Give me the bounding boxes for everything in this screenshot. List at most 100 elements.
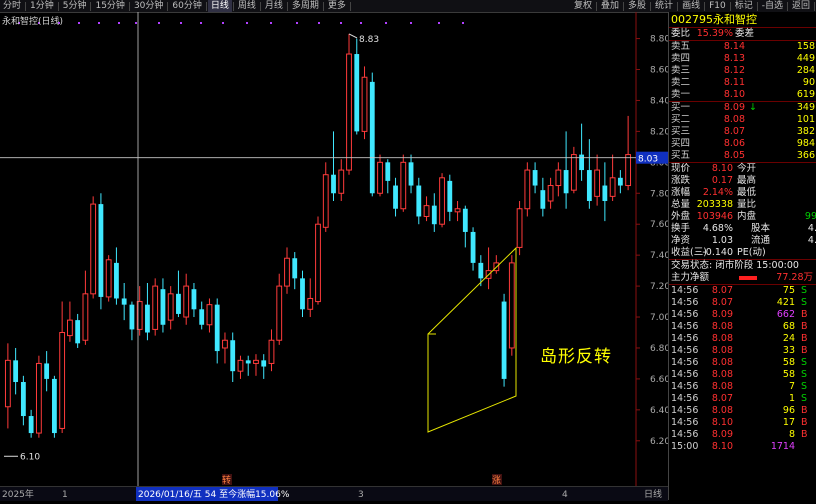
tick-price: 8.10 — [711, 417, 733, 428]
candle-body — [470, 231, 476, 263]
tick-direction: S — [801, 285, 808, 296]
stat-jingzi: 1.03 — [711, 235, 733, 246]
tick-price: 8.08 — [711, 321, 733, 332]
bid-row: 买一 8.09 ↓ 349 — [669, 102, 816, 114]
tick-list[interactable]: 14:56 8.07 75 S 14:56 8.07 421 S 14:56 8.09 662 B 14… — [669, 285, 816, 453]
tick-price: 8.08 — [711, 357, 733, 368]
price-axis-label: 7.00 — [650, 313, 668, 323]
net-inflow-label: 主力净额 — [671, 272, 710, 283]
candle-body — [183, 285, 190, 318]
candle-body — [152, 285, 159, 330]
tick-time: 14:56 — [671, 369, 699, 380]
toolbar-item-toolbar.items.7[interactable]: 周线 — [235, 0, 259, 12]
toolbar-item-toolbar.items.0[interactable]: 分时 — [0, 0, 24, 12]
signal-dot — [340, 22, 342, 24]
toolbar-item-toolbar.right_items.5[interactable]: F10 — [706, 0, 729, 12]
tick-row: 14:56 8.07 1 S — [669, 393, 816, 405]
candle-body — [377, 161, 383, 194]
bid-row: 买二 8.08 101 — [669, 114, 816, 126]
ask-price: 8.11 — [723, 77, 745, 88]
toolbar-item-toolbar.right_items.0[interactable]: 复权 — [571, 0, 595, 12]
toolbar-item-toolbar.items.10[interactable]: 更多 — [325, 0, 349, 12]
tick-time: 14:56 — [671, 345, 699, 356]
candle-body — [160, 289, 166, 325]
tick-price: 8.09 — [711, 309, 733, 320]
toolbar-item-toolbar.right_items.3[interactable]: 统计 — [652, 0, 676, 12]
kline-svg[interactable]: 8.808.608.408.208.007.807.607.407.207.00… — [0, 12, 668, 486]
candle-body — [261, 360, 267, 367]
tick-price: 8.07 — [711, 393, 733, 404]
kline-chart[interactable]: 8.808.608.408.208.007.807.607.407.207.00… — [0, 12, 668, 500]
candle-body — [524, 169, 531, 210]
bid-volume: 984 — [796, 138, 815, 149]
tick-volume: 58 — [782, 357, 795, 368]
stat-xianjia: 8.10 — [711, 163, 733, 174]
candle-body — [98, 204, 104, 297]
toolbar-item-toolbar.items.9[interactable]: 多周期 — [289, 0, 322, 12]
toolbar-item-toolbar.right_items.8[interactable]: 返回 — [789, 0, 813, 12]
tick-direction: B — [801, 333, 808, 344]
weicha-label: 委差 — [735, 28, 755, 39]
toolbar-item-toolbar.items.3[interactable]: 15分钟 — [92, 0, 127, 12]
toolbar-item-toolbar.right_items.2[interactable]: 多股 — [625, 0, 649, 12]
toolbar-item-toolbar.items.8[interactable]: 月线 — [262, 0, 286, 12]
tick-volume: 24 — [782, 333, 795, 344]
chart-title: 永和智控(日线) — [2, 17, 64, 27]
toolbar-item-toolbar.items.4[interactable]: 30分钟 — [131, 0, 166, 12]
stat-liutong: 4. — [807, 235, 816, 246]
bid-label: 买三 — [671, 126, 691, 137]
bid-price: 8.09 — [723, 102, 745, 113]
candle-body — [400, 161, 407, 210]
candle-body — [276, 285, 283, 341]
tick-row: 14:56 8.07 75 S — [669, 285, 816, 297]
price-axis-label: 6.20 — [650, 437, 668, 447]
tick-row: 14:56 8.09 662 B — [669, 309, 816, 321]
candle-body — [230, 340, 236, 372]
candle-body — [555, 169, 562, 187]
tick-direction: S — [801, 357, 808, 368]
signal-dot — [98, 22, 100, 24]
stat-waipan-label: 外盘 — [671, 211, 691, 222]
net-inflow-row: 主力净额 77.28万 — [669, 272, 816, 284]
axis-month-3: 3 — [358, 490, 364, 500]
net-inflow-value: 77.28万 — [776, 272, 813, 283]
candle-body — [214, 304, 220, 352]
stat-waipan: 103946 — [696, 211, 733, 222]
candle-body — [300, 278, 305, 310]
stat-liangbi-label: 量比 — [737, 199, 757, 210]
toolbar-item-toolbar.items.1[interactable]: 1分钟 — [27, 0, 57, 12]
candle-body — [346, 53, 352, 171]
toolbar-item-toolbar.right_items.4[interactable]: 画线 — [679, 0, 703, 12]
ask-row: 卖三 8.12 284 — [669, 65, 816, 77]
ask-label: 卖四 — [671, 53, 691, 64]
toolbar-item-toolbar.items.2[interactable]: 5分钟 — [60, 0, 90, 12]
quote-panel: 002795 永和智控 委比 15.39% 委差 卖五 8.14 158 卖四 8.13… — [668, 12, 816, 500]
stock-code: 002795 — [671, 13, 713, 26]
candle-body — [206, 304, 213, 326]
stat-row: 收益(三) -0.140 PE(动) — [669, 247, 816, 259]
candle-body — [408, 162, 414, 186]
tick-row: 14:56 8.10 17 B — [669, 417, 816, 429]
stock-header: 002795 永和智控 — [669, 12, 816, 28]
toolbar-item-toolbar.items.5[interactable]: 60分钟 — [169, 0, 204, 12]
stat-zuidi-label: 最低 — [737, 187, 757, 198]
candle-body — [20, 382, 26, 417]
ask-row: 卖一 8.10 619 — [669, 89, 816, 101]
candle-body — [44, 363, 50, 379]
bid-volume: 349 — [796, 102, 815, 113]
candle-body — [594, 169, 601, 197]
toolbar-item-toolbar.items.6[interactable]: 日线 — [207, 0, 232, 12]
tick-row: 14:56 8.08 7 S — [669, 381, 816, 393]
tick-volume: 17 — [782, 417, 795, 428]
price-axis-label: 8.40 — [650, 96, 668, 106]
stat-row: 现价 8.10 今开 — [669, 163, 816, 175]
tick-time: 14:56 — [671, 309, 699, 320]
toolbar-item-toolbar.right_items.7[interactable]: -自选 — [759, 0, 786, 12]
bid-volume: 101 — [796, 114, 815, 125]
candle-body — [586, 170, 592, 202]
tick-row: 14:56 8.08 58 S — [669, 369, 816, 381]
price-axis-label: 7.60 — [650, 220, 668, 230]
toolbar-item-toolbar.right_items.1[interactable]: 叠加 — [598, 0, 622, 12]
candle-body — [617, 177, 623, 186]
toolbar-item-toolbar.right_items.6[interactable]: 标记 — [732, 0, 756, 12]
